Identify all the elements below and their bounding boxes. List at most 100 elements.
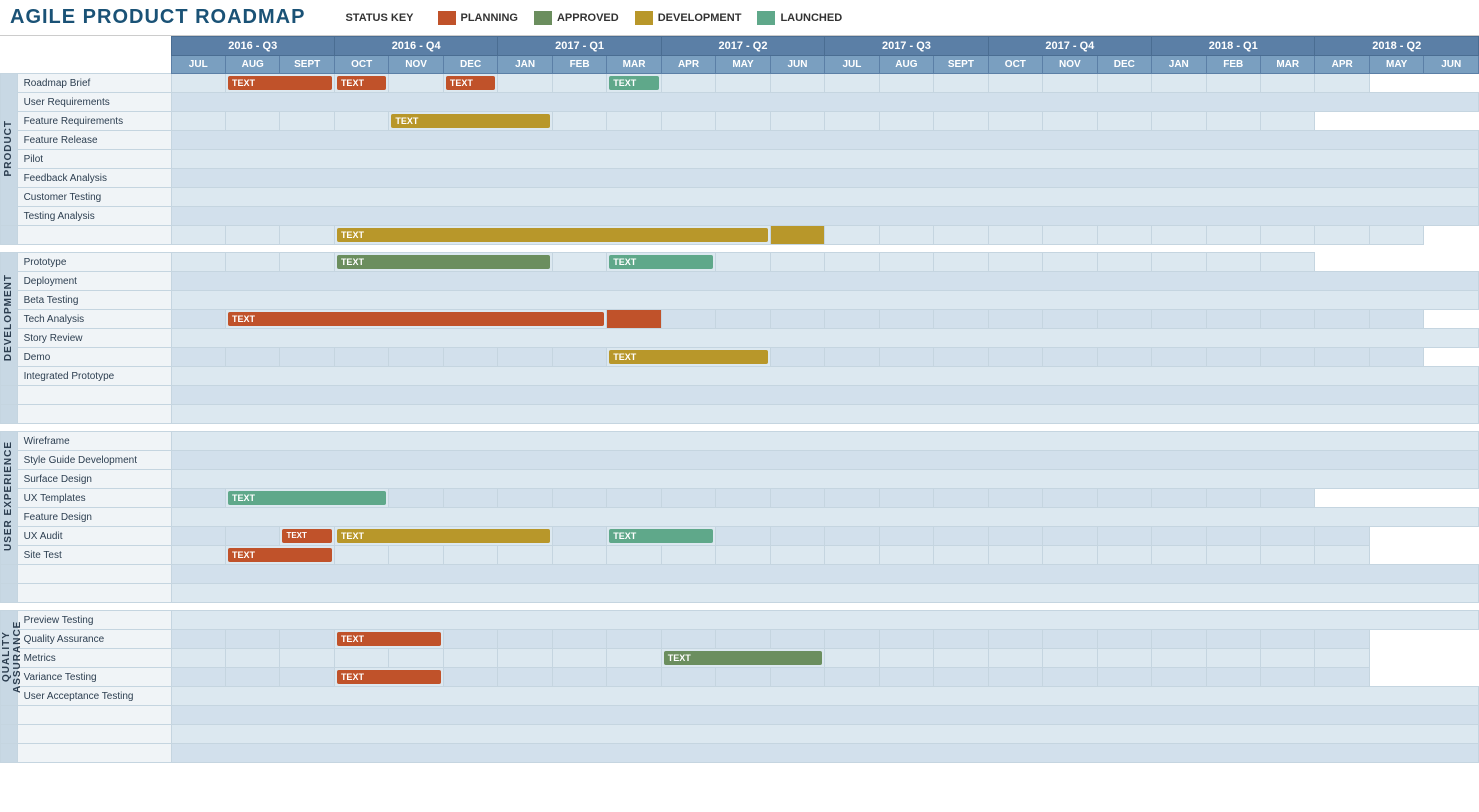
label-product-summary (17, 226, 171, 245)
q3-2017-header: 2017 - Q3 (825, 37, 988, 56)
label-deployment: Deployment (17, 272, 171, 291)
cell (1043, 348, 1097, 367)
cell (825, 348, 879, 367)
month-jun1: JUN (770, 56, 824, 74)
cell (1152, 253, 1206, 272)
cell (1206, 527, 1260, 546)
label-site-test: Site Test (17, 546, 171, 565)
row-roadmap-brief: PRODUCT Roadmap Brief TEXT TEXT TEXT (1, 74, 1479, 93)
cell (988, 649, 1042, 668)
section-ux-label: USER EXPERIENCE (1, 432, 18, 565)
cell (280, 668, 334, 687)
cell (661, 74, 715, 93)
row-site-test: Site Test TEXT (1, 546, 1479, 565)
cell (934, 546, 988, 565)
cell (389, 489, 443, 508)
cell (1369, 310, 1423, 329)
cell-empty-row (171, 470, 1478, 489)
cell-empty-row (171, 565, 1478, 584)
cell (1315, 348, 1369, 367)
cell (552, 649, 606, 668)
cell (1, 706, 18, 725)
cell-empty-row (171, 131, 1478, 150)
cell (770, 527, 824, 546)
cell (552, 348, 606, 367)
row-wireframe: USER EXPERIENCE Wireframe (1, 432, 1479, 451)
cell (1206, 546, 1260, 565)
month-oct2: OCT (988, 56, 1042, 74)
cell (1097, 489, 1151, 508)
cell (1206, 74, 1260, 93)
q1-2018-header: 2018 - Q1 (1152, 37, 1315, 56)
label-feature-req: Feature Requirements (17, 112, 171, 131)
month-feb1: FEB (552, 56, 606, 74)
bar-product-summary-end (770, 226, 824, 245)
cell (171, 546, 225, 565)
month-aug2: AUG (879, 56, 933, 74)
cell (1152, 310, 1206, 329)
cell (770, 546, 824, 565)
month-oct1: OCT (334, 56, 388, 74)
cell-empty-row (171, 272, 1478, 291)
cell (225, 630, 279, 649)
label-ux-templates: UX Templates (17, 489, 171, 508)
label-story-review: Story Review (17, 329, 171, 348)
label-feature-design: Feature Design (17, 508, 171, 527)
cell (1315, 226, 1369, 245)
cell (825, 74, 879, 93)
row-variance-testing: Variance Testing TEXT (1, 668, 1479, 687)
row-user-requirements: User Requirements (1, 93, 1479, 112)
section-product-text: PRODUCT (3, 120, 14, 176)
month-jan1: JAN (498, 56, 552, 74)
gantt-bar: TEXT (609, 350, 767, 364)
spacer-3 (1, 603, 1479, 611)
cell (334, 112, 388, 131)
bar-demo: TEXT (607, 348, 770, 367)
cell (879, 649, 933, 668)
cell (879, 668, 933, 687)
cell (498, 74, 552, 93)
label-style-guide: Style Guide Development (17, 451, 171, 470)
cell-empty-row (171, 207, 1478, 226)
row-qa-extra2 (1, 725, 1479, 744)
status-color-launched (757, 11, 775, 25)
cell (498, 546, 552, 565)
cell (770, 668, 824, 687)
cell (171, 226, 225, 245)
cell (1, 744, 18, 763)
cell (716, 527, 770, 546)
status-item-launched: LAUNCHED (757, 11, 842, 25)
cell (171, 310, 225, 329)
status-key: STATUS KEY PLANNINGAPPROVEDDEVELOPMENTLA… (345, 11, 842, 25)
gantt-bar: TEXT (228, 76, 332, 90)
cell (988, 630, 1042, 649)
cell (988, 74, 1042, 93)
cell (1152, 546, 1206, 565)
month-header-row: JUL AUG SEPT OCT NOV DEC JAN FEB MAR APR… (1, 56, 1479, 74)
cell (607, 546, 661, 565)
cell (934, 527, 988, 546)
cell (171, 527, 225, 546)
cell (988, 253, 1042, 272)
cell (1043, 546, 1097, 565)
cell (1260, 527, 1314, 546)
bar-roadmap-brief-1: TEXT (225, 74, 334, 93)
cell (1043, 253, 1097, 272)
roadmap-table: 2016 - Q3 2016 - Q4 2017 - Q1 2017 - Q2 … (0, 36, 1479, 763)
cell (1260, 668, 1314, 687)
cell (879, 527, 933, 546)
row-testing-analysis: Testing Analysis (1, 207, 1479, 226)
cell (1043, 527, 1097, 546)
cell (716, 112, 770, 131)
cell (1043, 668, 1097, 687)
spacer-2 (1, 424, 1479, 432)
cell (1043, 489, 1097, 508)
row-quality-assurance: Quality Assurance TEXT (1, 630, 1479, 649)
cell (1, 725, 18, 744)
row-style-guide: Style Guide Development (1, 451, 1479, 470)
roadmap-container: 2016 - Q3 2016 - Q4 2017 - Q1 2017 - Q2 … (0, 36, 1479, 763)
q2-2017-header: 2017 - Q2 (661, 37, 824, 56)
cell (1097, 348, 1151, 367)
cell (1097, 546, 1151, 565)
page-header: AGILE PRODUCT ROADMAP STATUS KEY PLANNIN… (0, 0, 1479, 36)
